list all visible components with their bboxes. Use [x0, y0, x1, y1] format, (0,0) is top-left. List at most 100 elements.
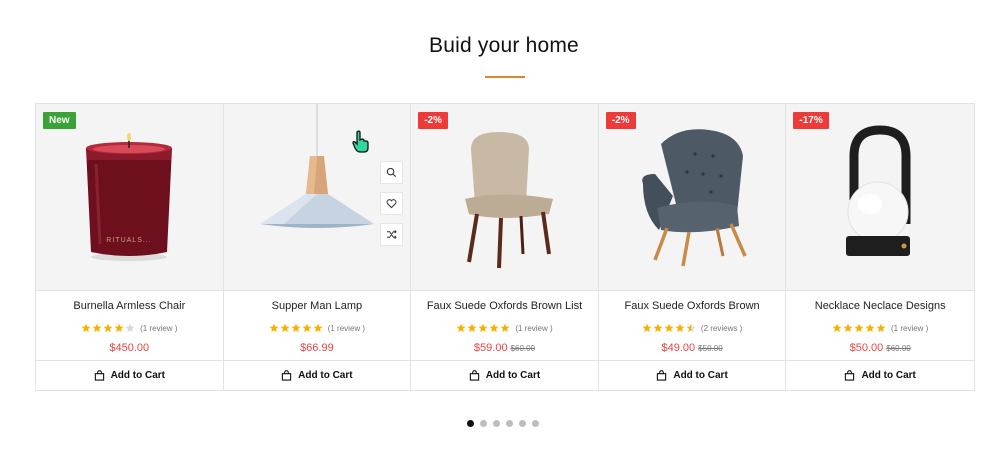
candle-brand-text: RITUALS... [106, 237, 151, 244]
price-row: $66.99 [224, 342, 411, 354]
product-card[interactable]: Supper Man Lamp (1 review ) $66.99 Add t… [223, 104, 412, 390]
product-image[interactable]: RITUALS... New [36, 104, 223, 291]
rating: (1 review ) [786, 322, 974, 334]
product-info: Burnella Armless Chair (1 review ) $450.… [36, 291, 223, 361]
product-name[interactable]: Burnella Armless Chair [36, 300, 223, 315]
heart-icon [386, 199, 397, 209]
add-to-cart-button[interactable]: Add to Cart [224, 361, 411, 390]
star-filled-icon [675, 323, 685, 333]
product-name[interactable]: Faux Suede Oxfords Brown [599, 300, 786, 315]
pagination-dot[interactable] [480, 420, 487, 427]
product-name[interactable]: Supper Man Lamp [224, 300, 411, 315]
carousel-pagination [467, 420, 539, 427]
bag-icon [657, 370, 667, 381]
star-filled-icon [876, 323, 886, 333]
add-to-cart-button[interactable]: Add to Cart [786, 361, 974, 390]
star-half-icon [686, 323, 696, 333]
product-name[interactable]: Faux Suede Oxfords Brown List [411, 300, 598, 315]
product-info: Faux Suede Oxfords Brown List (1 review … [411, 291, 598, 361]
section-title: Buid your home [429, 34, 579, 57]
bag-icon [281, 370, 292, 381]
review-count[interactable]: (1 review ) [891, 324, 928, 333]
pagination-dot[interactable] [493, 420, 500, 427]
star-filled-icon [269, 323, 279, 333]
add-to-cart-label: Add to Cart [861, 370, 916, 381]
chair-image [465, 132, 554, 269]
review-count[interactable]: (2 reviews ) [701, 324, 742, 333]
price-row: $49.00 $50.00 [599, 342, 786, 354]
star-rating [269, 323, 323, 333]
product-image[interactable]: -2% [598, 104, 786, 291]
product-image[interactable]: -17% [786, 104, 974, 291]
add-to-cart-label: Add to Cart [485, 370, 541, 381]
star-filled-icon [81, 323, 91, 333]
add-to-cart-button[interactable]: Add to Cart [599, 361, 786, 390]
review-count[interactable]: (1 review ) [140, 324, 177, 333]
product-info: Necklace Neclace Designs (1 review ) $50… [786, 291, 974, 361]
star-filled-icon [103, 323, 113, 333]
bag-icon [469, 370, 479, 381]
title-underline [485, 76, 525, 78]
product-image[interactable] [223, 104, 411, 291]
star-filled-icon [832, 323, 842, 333]
pagination-dot[interactable] [532, 420, 539, 427]
review-count[interactable]: (1 review ) [515, 324, 552, 333]
star-filled-icon [456, 323, 466, 333]
quick-view-button[interactable] [379, 161, 403, 184]
product-card[interactable]: RITUALS... New Burnella Armless Chair (1… [36, 104, 224, 390]
star-filled-icon [642, 323, 652, 333]
star-filled-icon [664, 323, 674, 333]
star-rating [832, 323, 886, 333]
add-to-cart-label: Add to Cart [110, 370, 166, 381]
star-filled-icon [291, 323, 301, 333]
old-price: $60.00 [886, 344, 911, 353]
quick-actions [379, 161, 403, 246]
rating: (1 review ) [411, 322, 598, 334]
star-filled-icon [854, 323, 864, 333]
star-filled-icon [500, 323, 510, 333]
bag-icon [845, 370, 855, 381]
add-to-cart-label: Add to Cart [673, 370, 728, 381]
review-count[interactable]: (1 review ) [328, 324, 365, 333]
old-price: $60.00 [510, 344, 536, 353]
product-grid: RITUALS... New Burnella Armless Chair (1… [35, 103, 975, 391]
star-rating [642, 323, 696, 333]
armchair-image [641, 129, 747, 267]
price: $50.00 [849, 342, 884, 354]
star-filled-icon [467, 323, 477, 333]
product-card[interactable]: -17% Necklace Neclace Designs (1 review … [786, 104, 974, 390]
pagination-dot[interactable] [467, 420, 474, 427]
add-to-cart-button[interactable]: Add to Cart [36, 361, 223, 390]
product-info: Faux Suede Oxfords Brown (2 reviews ) $4… [598, 291, 786, 361]
search-icon [386, 167, 396, 178]
rating: (2 reviews ) [599, 322, 786, 334]
compare-button[interactable] [379, 223, 403, 246]
product-info: Supper Man Lamp (1 review ) $66.99 [223, 291, 411, 361]
star-filled-icon [653, 323, 663, 333]
product-card[interactable]: -2% Faux Suede Oxfords Brown List (1 rev… [411, 104, 599, 390]
star-filled-icon [302, 323, 312, 333]
shuffle-icon [386, 230, 397, 239]
old-price: $50.00 [698, 344, 723, 353]
product-card[interactable]: -2% Faux Suede Oxfords Brown (2 reviews … [598, 104, 787, 390]
bag-icon [94, 370, 104, 381]
pagination-dot[interactable] [506, 420, 513, 427]
hand-cursor-icon [351, 130, 369, 153]
star-filled-icon [478, 323, 488, 333]
price: $49.00 [661, 342, 696, 354]
rating: (1 review ) [224, 322, 411, 334]
star-empty-icon [125, 323, 135, 333]
candle-image: RITUALS... [86, 133, 172, 261]
product-image[interactable]: -2% [411, 104, 598, 291]
star-filled-icon [843, 323, 853, 333]
price: $450.00 [109, 342, 150, 354]
discount-badge: -17% [793, 112, 829, 129]
wishlist-button[interactable] [379, 192, 403, 215]
pagination-dot[interactable] [519, 420, 526, 427]
price-row: $50.00 $60.00 [786, 342, 974, 354]
discount-badge: -2% [605, 112, 636, 129]
star-filled-icon [114, 323, 124, 333]
price: $59.00 [473, 342, 508, 354]
add-to-cart-button[interactable]: Add to Cart [411, 361, 598, 390]
product-name[interactable]: Necklace Neclace Designs [786, 300, 974, 315]
